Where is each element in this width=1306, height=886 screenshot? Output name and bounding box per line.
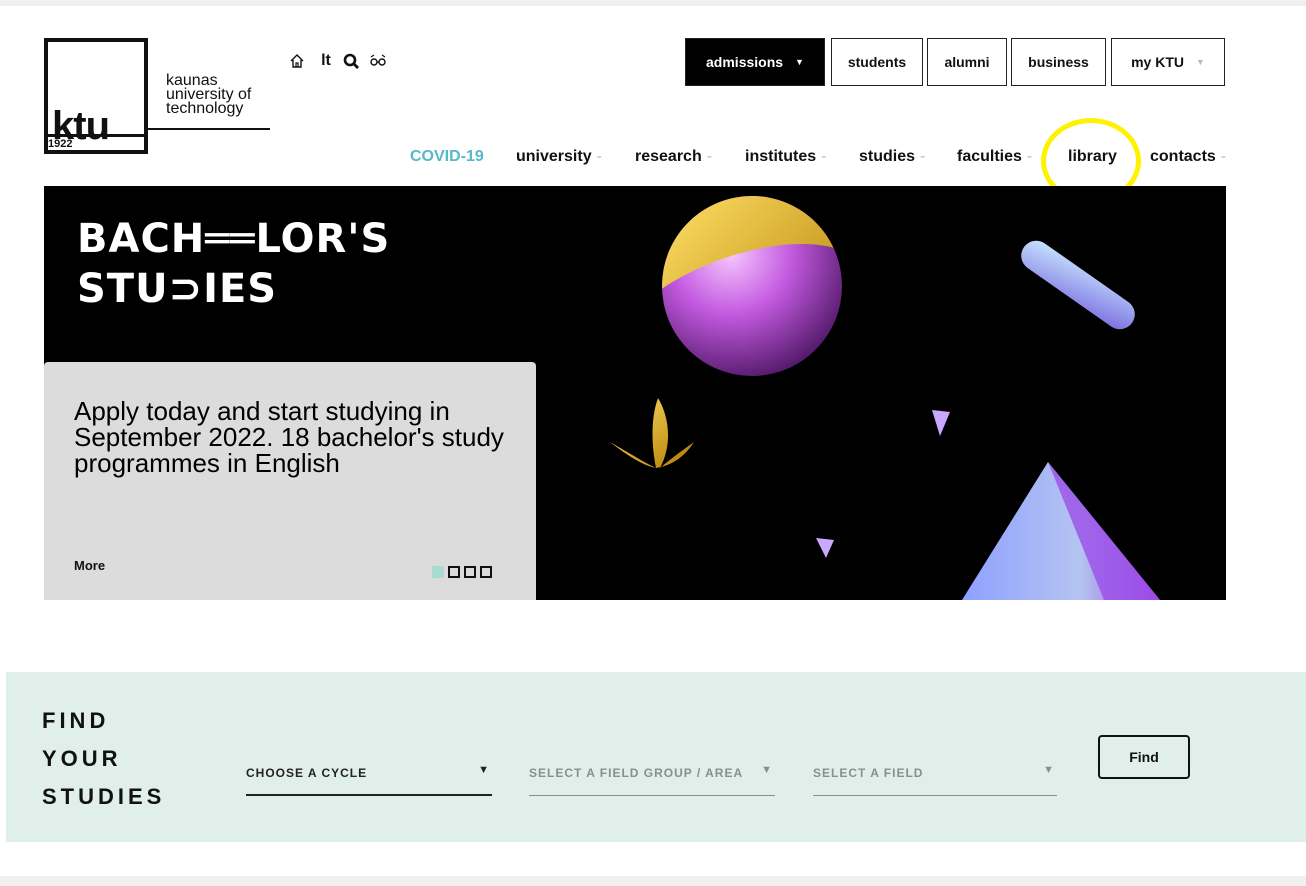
dropdown-dash-icon: -: [596, 148, 602, 165]
carousel-dot[interactable]: [432, 566, 444, 578]
nav-research[interactable]: research -: [635, 148, 712, 166]
cycle-select-placeholder: CHOOSE A CYCLE: [246, 766, 368, 780]
field-select-placeholder: SELECT A FIELD: [813, 766, 924, 780]
find-title-line: YOUR: [42, 746, 122, 771]
nav-label: studies: [859, 148, 916, 165]
top-divider: [0, 0, 1306, 6]
admissions-label: admissions: [706, 54, 784, 70]
my-ktu-label: my KTU: [1131, 54, 1184, 70]
students-button[interactable]: students: [831, 38, 923, 86]
nav-university[interactable]: university -: [516, 148, 602, 166]
carousel-dot[interactable]: [464, 566, 476, 578]
language-switch-link[interactable]: lt: [316, 50, 336, 72]
nav-label: institutes: [745, 148, 817, 165]
hero-caption-card: Apply today and start studying in Septem…: [44, 362, 536, 600]
dropdown-dash-icon: -: [920, 148, 926, 165]
chevron-down-icon: ▼: [1195, 57, 1205, 67]
logo-underline: [148, 128, 270, 130]
field-group-select[interactable]: SELECT A FIELD GROUP / AREA ▼: [529, 760, 775, 796]
nav-covid-19[interactable]: COVID-19: [410, 148, 484, 166]
carousel-dot[interactable]: [480, 566, 492, 578]
dropdown-dash-icon: -: [1026, 148, 1033, 165]
chevron-down-icon: ▼: [1043, 764, 1055, 776]
logo-university-name: kaunas university of technology: [166, 73, 251, 117]
find-title-line: STUDIES: [42, 784, 166, 809]
dropdown-dash-icon: -: [1220, 148, 1227, 165]
hero-banner[interactable]: BACH══LOR'S STU⊃IES Apply today and star…: [44, 186, 1226, 600]
logo-year: 1922: [48, 138, 73, 150]
bottom-divider: [0, 876, 1306, 886]
nav-faculties[interactable]: faculties -: [957, 148, 1032, 166]
alumni-button[interactable]: alumni: [927, 38, 1007, 86]
carousel-indicators: [432, 566, 492, 578]
nav-studies[interactable]: studies -: [859, 148, 925, 166]
select-underline: [529, 795, 775, 796]
search-icon[interactable]: [340, 50, 362, 72]
admissions-dropdown-button[interactable]: admissions ▼: [685, 38, 825, 86]
carousel-dot[interactable]: [448, 566, 460, 578]
chevron-down-icon: ▼: [761, 764, 773, 776]
cycle-select[interactable]: CHOOSE A CYCLE ▼: [246, 760, 492, 796]
hero-more-link[interactable]: More: [74, 558, 105, 573]
select-underline: [813, 795, 1057, 796]
hero-caption-text: Apply today and start studying in Septem…: [74, 396, 504, 478]
home-icon[interactable]: [286, 50, 308, 72]
ktu-logo[interactable]: ktu 1922 kaunas university of technology: [44, 38, 270, 162]
hero-title-line: BACH══LOR'S: [77, 216, 391, 262]
hero-title: BACH══LOR'S STU⊃IES: [77, 214, 390, 314]
field-group-select-placeholder: SELECT A FIELD GROUP / AREA: [529, 766, 744, 780]
nav-institutes[interactable]: institutes -: [745, 148, 826, 166]
find-studies-title: FIND YOUR STUDIES: [42, 702, 165, 816]
dropdown-dash-icon: -: [821, 148, 827, 165]
nav-label: university: [516, 148, 592, 165]
field-select[interactable]: SELECT A FIELD ▼: [813, 760, 1057, 796]
accessibility-icon[interactable]: [366, 50, 390, 72]
business-button[interactable]: business: [1011, 38, 1106, 86]
logo-divider: [44, 134, 148, 137]
find-studies-panel: FIND YOUR STUDIES CHOOSE A CYCLE ▼ SELEC…: [6, 672, 1306, 842]
nav-label: faculties: [957, 148, 1022, 165]
nav-label: research: [635, 148, 702, 165]
logo-name-line: technology: [166, 100, 244, 117]
chevron-down-icon: ▼: [795, 57, 804, 67]
hero-title-line: STU⊃IES: [77, 266, 278, 312]
chevron-down-icon: ▼: [478, 764, 490, 776]
nav-contacts[interactable]: contacts -: [1150, 148, 1226, 166]
nav-label: contacts: [1150, 148, 1216, 165]
dropdown-dash-icon: -: [706, 148, 713, 165]
my-ktu-dropdown-button[interactable]: my KTU ▼: [1111, 38, 1225, 86]
find-title-line: FIND: [42, 708, 110, 733]
select-underline: [246, 794, 492, 796]
find-button[interactable]: Find: [1098, 735, 1190, 779]
